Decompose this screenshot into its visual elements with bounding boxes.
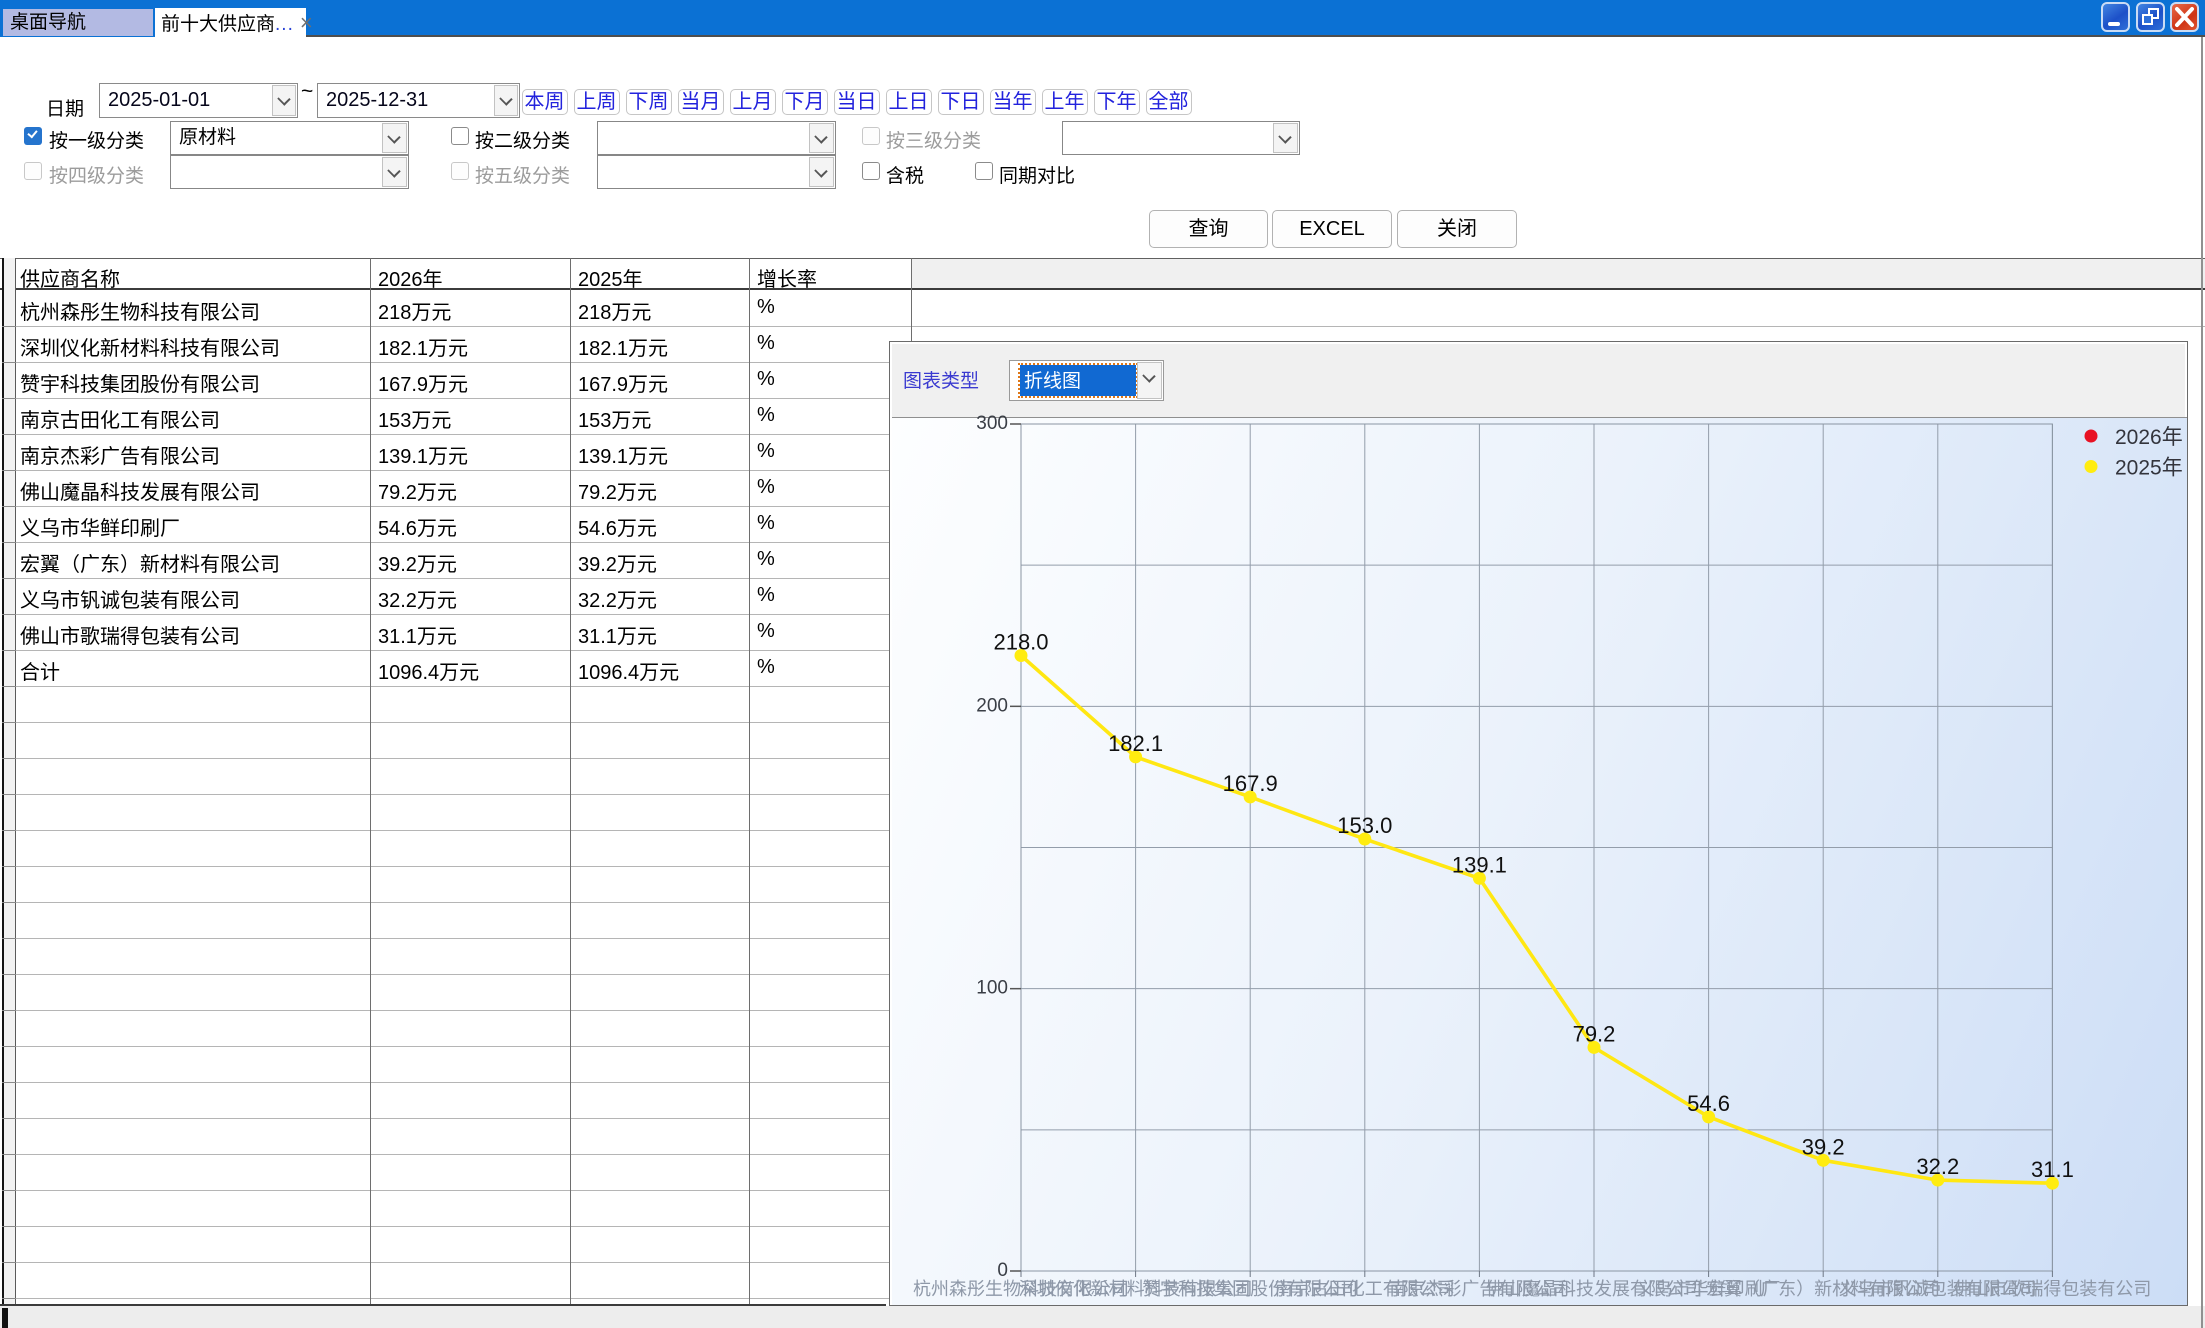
svg-text:167.9: 167.9 — [1223, 771, 1278, 796]
svg-text:2025年: 2025年 — [2115, 457, 2183, 480]
svg-text:54.6: 54.6 — [1687, 1091, 1730, 1116]
svg-text:200: 200 — [976, 695, 1008, 716]
svg-text:佛山市歌瑞得包装有公司: 佛山市歌瑞得包装有公司 — [1953, 1279, 2151, 1299]
svg-text:39.2: 39.2 — [1802, 1134, 1845, 1159]
svg-text:182.1: 182.1 — [1108, 731, 1163, 756]
svg-text:139.1: 139.1 — [1452, 852, 1507, 877]
svg-text:153.0: 153.0 — [1337, 813, 1392, 838]
svg-text:100: 100 — [976, 978, 1008, 999]
svg-text:218.0: 218.0 — [993, 630, 1048, 655]
svg-text:2026年: 2026年 — [2115, 426, 2183, 449]
svg-text:32.2: 32.2 — [1916, 1154, 1959, 1179]
svg-text:300: 300 — [976, 415, 1008, 434]
svg-text:79.2: 79.2 — [1573, 1021, 1616, 1046]
svg-text:0: 0 — [997, 1260, 1008, 1281]
svg-text:31.1: 31.1 — [2031, 1157, 2074, 1182]
